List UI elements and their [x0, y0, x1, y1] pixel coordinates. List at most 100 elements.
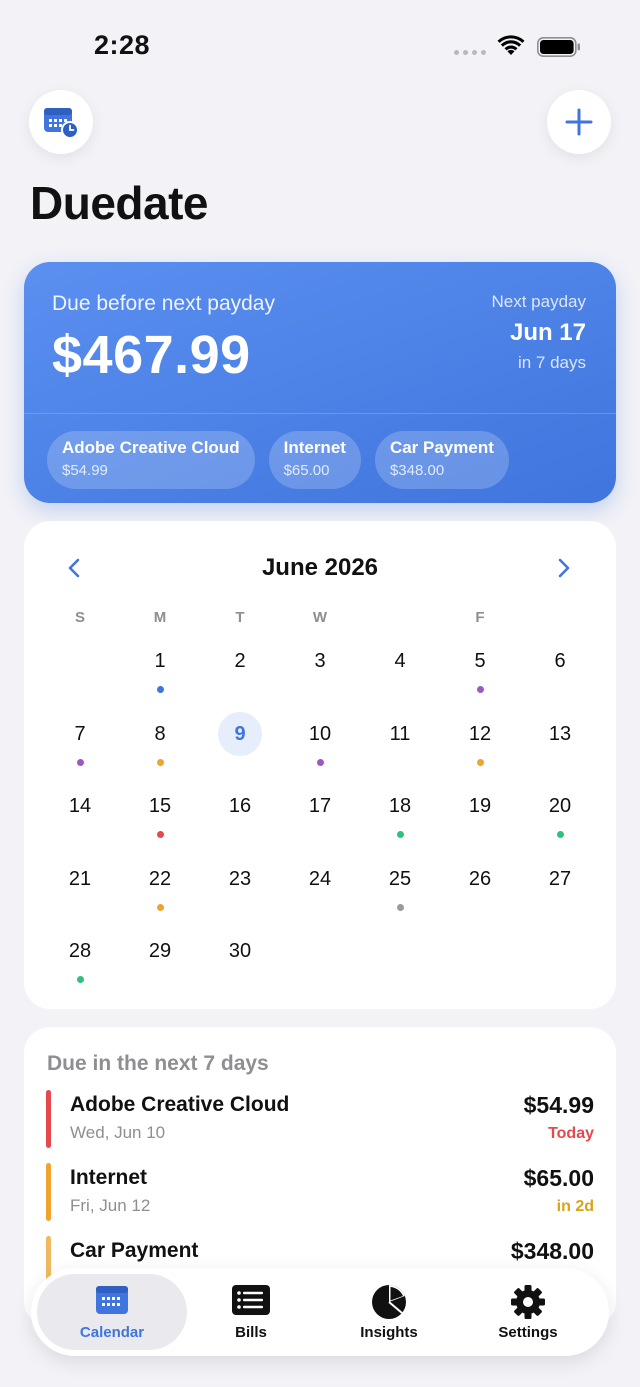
- list-icon: [232, 1285, 270, 1315]
- bill-due-dot: [157, 831, 164, 839]
- tab-calendar[interactable]: Calendar: [37, 1274, 187, 1350]
- gear-icon: [511, 1285, 545, 1319]
- day-number: 7: [74, 722, 86, 745]
- calendar-day[interactable]: 27: [520, 856, 600, 929]
- add-bill-button[interactable]: [547, 90, 611, 154]
- summary-card[interactable]: Due before next payday $467.99 Next payd…: [24, 262, 616, 503]
- calendar-day[interactable]: 4: [360, 638, 440, 711]
- signal-icon: [454, 50, 486, 55]
- tab-bar: Calendar Bills Insights Settings: [31, 1268, 609, 1356]
- battery-icon: [537, 37, 580, 57]
- bill-date: Wed, Jun 10: [70, 1123, 166, 1142]
- calendar-day[interactable]: 9: [200, 711, 280, 784]
- tab-bills[interactable]: Bills: [176, 1274, 326, 1350]
- day-number: 27: [548, 867, 572, 890]
- bill-due-dot: [157, 758, 164, 766]
- weekday-label: F: [475, 609, 485, 626]
- day-number: 15: [148, 795, 172, 818]
- day-number: 10: [308, 722, 332, 745]
- calendar-day[interactable]: 17: [280, 783, 360, 856]
- chevron-right-icon[interactable]: [554, 557, 574, 579]
- status-time: 2:28: [94, 30, 151, 60]
- calendar-day[interactable]: 14: [40, 783, 120, 856]
- calendar-day[interactable]: 2: [200, 638, 280, 711]
- bill-due-dot: [557, 831, 564, 839]
- weekday-label: [520, 609, 600, 627]
- day-number: 1: [154, 650, 166, 672]
- calendar-icon: [96, 1286, 128, 1314]
- pie-chart-icon: [372, 1285, 406, 1319]
- bill-chip-amount: $65.00: [283, 462, 330, 479]
- bill-due-status: Today: [548, 1125, 594, 1142]
- calendar-view-button[interactable]: [29, 90, 93, 154]
- bill-chip-name: Adobe Creative Cloud: [62, 438, 240, 457]
- calendar-day[interactable]: 19: [440, 783, 520, 856]
- bill-chip[interactable]: Internet $65.00: [268, 431, 361, 489]
- day-number: 9: [218, 711, 262, 756]
- calendar-day[interactable]: 18: [360, 783, 440, 856]
- day-number: 19: [468, 795, 492, 818]
- calendar-day[interactable]: 28: [40, 928, 120, 1001]
- bill-due-dot: [157, 686, 164, 693]
- day-number: 12: [468, 722, 492, 745]
- day-number: 30: [228, 940, 252, 963]
- upcoming-bill-row[interactable]: Internet Fri, Jun 12 $65.00 in 2d: [46, 1163, 594, 1221]
- upcoming-heading: Due in the next 7 days: [47, 1052, 269, 1075]
- calendar-day[interactable]: 13: [520, 711, 600, 784]
- bill-due-dot: [77, 758, 84, 766]
- tab-insights[interactable]: Insights: [314, 1274, 464, 1350]
- bill-amount: $54.99: [523, 1092, 594, 1118]
- bill-name: Car Payment: [70, 1239, 199, 1262]
- calendar-day[interactable]: 6: [520, 638, 600, 711]
- day-number: 13: [548, 722, 572, 745]
- calendar-day[interactable]: 15: [120, 783, 200, 856]
- bill-chip-name: Car Payment: [389, 438, 494, 457]
- calendar-day[interactable]: 1: [120, 638, 200, 711]
- calendar-day[interactable]: 20: [520, 783, 600, 856]
- status-bar: 2:28: [0, 0, 640, 90]
- bill-chip[interactable]: Car Payment $348.00: [374, 431, 509, 489]
- upcoming-bill-row[interactable]: Adobe Creative Cloud Wed, Jun 10 $54.99 …: [46, 1090, 594, 1148]
- bill-amount: $65.00: [523, 1165, 594, 1191]
- calendar-day[interactable]: 11: [360, 711, 440, 784]
- weekday-header: SMTWF: [40, 609, 600, 627]
- tab-settings[interactable]: Settings: [453, 1274, 603, 1350]
- calendar-day[interactable]: 8: [120, 711, 200, 784]
- day-number: 28: [68, 940, 92, 963]
- day-number: 26: [468, 867, 492, 890]
- bill-chip[interactable]: Adobe Creative Cloud $54.99: [47, 431, 255, 489]
- calendar-day[interactable]: 26: [440, 856, 520, 929]
- next-payday-label: Next payday: [491, 292, 587, 311]
- bill-color-bar: [46, 1090, 51, 1148]
- calendar-day[interactable]: 10: [280, 711, 360, 784]
- calendar-day[interactable]: 29: [120, 928, 200, 1001]
- bill-name: Internet: [70, 1166, 148, 1189]
- calendar-day[interactable]: 25: [360, 856, 440, 929]
- tab-label: Calendar: [79, 1324, 145, 1341]
- bill-name: Adobe Creative Cloud: [70, 1093, 290, 1116]
- calendar-day[interactable]: 22: [120, 856, 200, 929]
- calendar-day[interactable]: 30: [200, 928, 280, 1001]
- wifi-icon: [497, 35, 525, 55]
- summary-divider: [24, 413, 616, 414]
- calendar-grid: 1 2 3 4 5 6 7 8 9 10 11 12 13 14 15 16 17 18 19 20 21 22 23 24 2…: [40, 638, 600, 1001]
- calendar-day[interactable]: 23: [200, 856, 280, 929]
- tab-label: Settings: [498, 1324, 558, 1341]
- bill-due-dot: [317, 758, 324, 766]
- calendar-day[interactable]: 24: [280, 856, 360, 929]
- tab-label: Bills: [235, 1324, 267, 1341]
- bill-date: Fri, Jun 12: [70, 1196, 151, 1215]
- weekday-label: W: [312, 609, 328, 626]
- calendar-empty-cell: [40, 638, 120, 711]
- calendar-day[interactable]: 21: [40, 856, 120, 929]
- weekday-label: [360, 609, 440, 627]
- bill-due-dot: [397, 903, 404, 911]
- day-number: 29: [148, 940, 172, 963]
- bill-chip-name: Internet: [283, 438, 346, 457]
- calendar-day[interactable]: 7: [40, 711, 120, 784]
- calendar-day[interactable]: 16: [200, 783, 280, 856]
- summary-chips: Adobe Creative Cloud $54.99 Internet $65…: [47, 431, 509, 489]
- calendar-day[interactable]: 5: [440, 638, 520, 711]
- calendar-day[interactable]: 12: [440, 711, 520, 784]
- calendar-day[interactable]: 3: [280, 638, 360, 711]
